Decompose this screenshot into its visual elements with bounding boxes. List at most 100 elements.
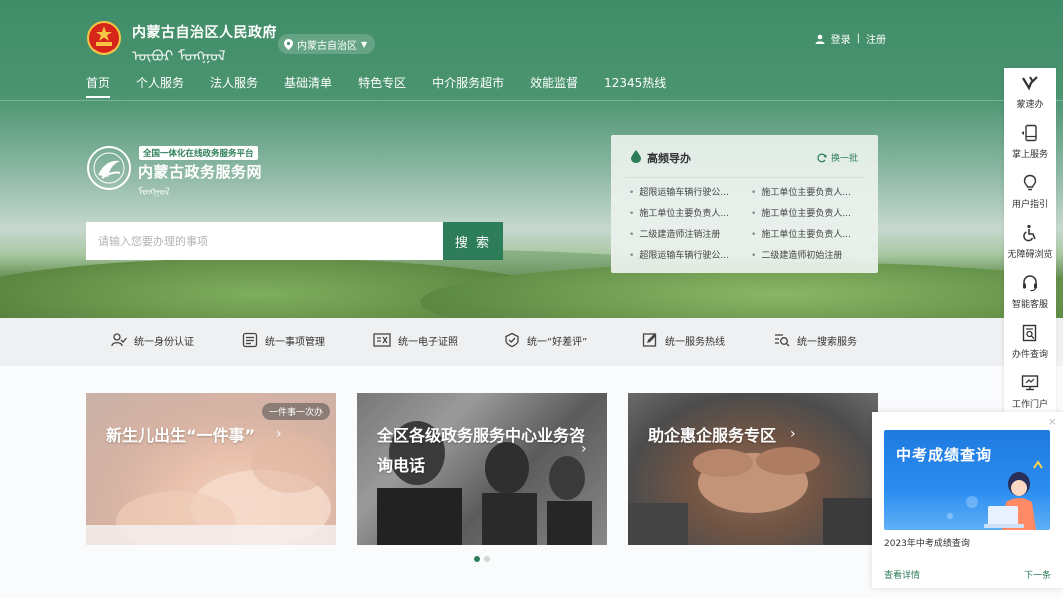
chevron-right-icon: ›	[790, 426, 796, 442]
carousel-dot[interactable]	[484, 556, 490, 562]
search-bar: 搜 索	[86, 222, 503, 260]
sidebar-label: 办件查询	[1011, 350, 1048, 360]
next-item-link[interactable]: 下一条	[1024, 568, 1051, 581]
region-selector[interactable]: 内蒙古自治区 ▼	[278, 34, 376, 54]
accessibility-icon	[1023, 224, 1036, 242]
register-link[interactable]: 注册	[866, 31, 886, 46]
login-link[interactable]: 登录	[831, 31, 851, 46]
site-title[interactable]: 内蒙古自治区人民政府	[132, 22, 277, 42]
platform-name: 内蒙古政务服务网	[138, 163, 263, 181]
sidebar-item-mobile[interactable]: 掌上服务	[1004, 118, 1056, 168]
search-button[interactable]: 搜 索	[443, 222, 503, 260]
nav-efficiency-supervision[interactable]: 效能监督	[530, 74, 578, 98]
separator: |	[856, 33, 860, 44]
platform-name-mongol: ᠮᠣᠩᠭᠣᠯ	[138, 187, 170, 198]
certificate-icon	[373, 333, 391, 347]
user-icon	[815, 34, 825, 44]
refresh-label: 换一批	[830, 154, 858, 164]
consultation-hotline-card[interactable]: 全区各级政务服务中心业务咨询电话 ›	[357, 393, 607, 545]
national-emblem-icon[interactable]	[86, 20, 122, 60]
chevron-right-icon: ›	[581, 441, 587, 457]
nav-agency-market[interactable]: 中介服务超市	[432, 74, 504, 98]
service-label: 统一“好差评”	[527, 336, 588, 348]
service-search[interactable]: 统一搜索服务	[774, 332, 857, 348]
search-service-icon	[775, 334, 790, 347]
high-frequency-item[interactable]: 施工单位主要负责人...	[751, 185, 869, 198]
sidebar-label: 工作门户	[1011, 400, 1048, 410]
search-input[interactable]	[86, 222, 443, 260]
notice-popup: × 中考成绩查询 2023年中考成绩查询 查看详情 下一条	[872, 412, 1063, 588]
service-label: 统一电子证照	[398, 336, 458, 348]
nav-hotline[interactable]: 12345热线	[604, 74, 666, 98]
view-detail-link[interactable]: 查看详情	[884, 568, 920, 581]
service-label: 统一身份认证	[134, 336, 194, 348]
hotline-icon	[642, 333, 657, 347]
high-frequency-item[interactable]: 二级建造师初始注册	[751, 248, 869, 261]
high-frequency-item[interactable]: 超限运输车辆行驶公...	[629, 185, 747, 198]
query-icon	[1022, 324, 1037, 342]
sidebar-label: 蒙速办	[1016, 100, 1044, 110]
popup-description: 2023年中考成绩查询	[884, 539, 970, 549]
service-hotline[interactable]: 统一服务热线	[642, 332, 725, 348]
mengsuban-icon	[1022, 76, 1038, 91]
identity-icon	[111, 333, 127, 347]
nav-personal-services[interactable]: 个人服务	[136, 74, 184, 98]
card-title: 全区各级政务服务中心业务咨询电话	[377, 426, 586, 475]
list-icon	[242, 332, 258, 348]
sidebar-item-work-portal[interactable]: 工作门户	[1004, 368, 1056, 418]
sidebar-item-accessibility[interactable]: 无障碍浏览	[1004, 218, 1056, 268]
sidebar-item-guide[interactable]: 用户指引	[1004, 168, 1056, 218]
card-title: 助企惠企服务专区	[648, 426, 777, 445]
mobile-icon	[1021, 124, 1037, 142]
region-label: 内蒙古自治区	[297, 40, 357, 52]
top-bar: 内蒙古自治区人民政府 ᠦᠪᠦᠷ ᠮᠣᠩᠭᠣᠯ 内蒙古自治区 ▼ 登录 | 注册	[86, 20, 886, 65]
sidebar-label: 无障碍浏览	[1007, 250, 1053, 260]
headset-icon	[1023, 275, 1037, 292]
platform-logo-icon	[87, 146, 131, 190]
main-nav: 首页 个人服务 法人服务 基础清单 特色专区 中介服务超市 效能监督 12345…	[86, 74, 692, 98]
joined-hands-image	[628, 393, 878, 545]
card-badge: 一件事一次办	[261, 403, 330, 420]
service-identity[interactable]: 统一身份认证	[111, 332, 194, 348]
girl-laptop-illustration	[947, 460, 1043, 530]
nav-special-zone[interactable]: 特色专区	[358, 74, 406, 98]
sidebar-label: 智能客服	[1011, 300, 1048, 310]
hero-banner: 内蒙古自治区人民政府 ᠦᠪᠦᠷ ᠮᠣᠩᠭᠣᠯ 内蒙古自治区 ▼ 登录 | 注册 …	[0, 0, 1063, 318]
close-icon[interactable]: ×	[1048, 415, 1057, 428]
refresh-icon	[817, 153, 827, 162]
sidebar-item-case-query[interactable]: 办件查询	[1004, 318, 1056, 368]
service-label: 统一事项管理	[265, 336, 325, 348]
nav-home[interactable]: 首页	[86, 74, 111, 98]
service-items[interactable]: 统一事项管理	[242, 332, 325, 348]
high-frequency-item[interactable]: 施工单位主要负责人...	[751, 206, 869, 219]
high-frequency-title: 高频导办	[647, 152, 691, 165]
sidebar-label: 掌上服务	[1011, 150, 1048, 160]
carousel-dot-active[interactable]	[474, 556, 480, 562]
refresh-batch-button[interactable]: 换一批	[817, 151, 858, 164]
high-frequency-item[interactable]: 二级建造师注销注册	[629, 227, 747, 240]
sidebar-item-mengsuban[interactable]: 蒙速办	[1004, 68, 1056, 118]
unified-services-strip: 统一身份认证 统一事项管理 统一电子证照 统一“好差评” 统一服务热线 统一搜索…	[0, 318, 1063, 366]
high-frequency-panel: 高频导办 换一批 超限运输车辆行驶公... 施工单位主要负责人... 施工单位主…	[611, 135, 878, 273]
enterprise-support-card[interactable]: 助企惠企服务专区 ›	[628, 393, 878, 545]
service-label: 统一服务热线	[665, 336, 725, 348]
nav-basic-list[interactable]: 基础清单	[284, 74, 332, 98]
sidebar-item-smart-service[interactable]: 智能客服	[1004, 268, 1056, 318]
high-frequency-list: 超限运输车辆行驶公... 施工单位主要负责人... 施工单位主要负责人... 施…	[629, 185, 869, 261]
service-certificate[interactable]: 统一电子证照	[373, 332, 458, 348]
nav-divider	[0, 100, 1063, 101]
sidebar-label: 用户指引	[1011, 200, 1048, 210]
high-frequency-item[interactable]: 施工单位主要负责人...	[629, 206, 747, 219]
high-frequency-item[interactable]: 施工单位主要负责人...	[751, 227, 869, 240]
user-area: 登录 | 注册	[815, 31, 886, 46]
rating-icon	[505, 332, 519, 348]
service-rating[interactable]: 统一“好差评”	[504, 332, 587, 348]
exam-results-banner[interactable]: 中考成绩查询	[884, 430, 1050, 530]
nav-legal-services[interactable]: 法人服务	[210, 74, 258, 98]
carousel-indicator	[474, 556, 490, 562]
bulb-icon	[1023, 174, 1037, 191]
newborn-card[interactable]: 一件事一次办 新生儿出生“一件事” ›	[86, 393, 336, 545]
high-frequency-item[interactable]: 超限运输车辆行驶公...	[629, 248, 747, 261]
right-floating-sidebar: 蒙速办 掌上服务 用户指引 无障碍浏览 智能客服 办件查询 工作门户	[1004, 68, 1056, 414]
chevron-right-icon: ›	[276, 426, 282, 442]
